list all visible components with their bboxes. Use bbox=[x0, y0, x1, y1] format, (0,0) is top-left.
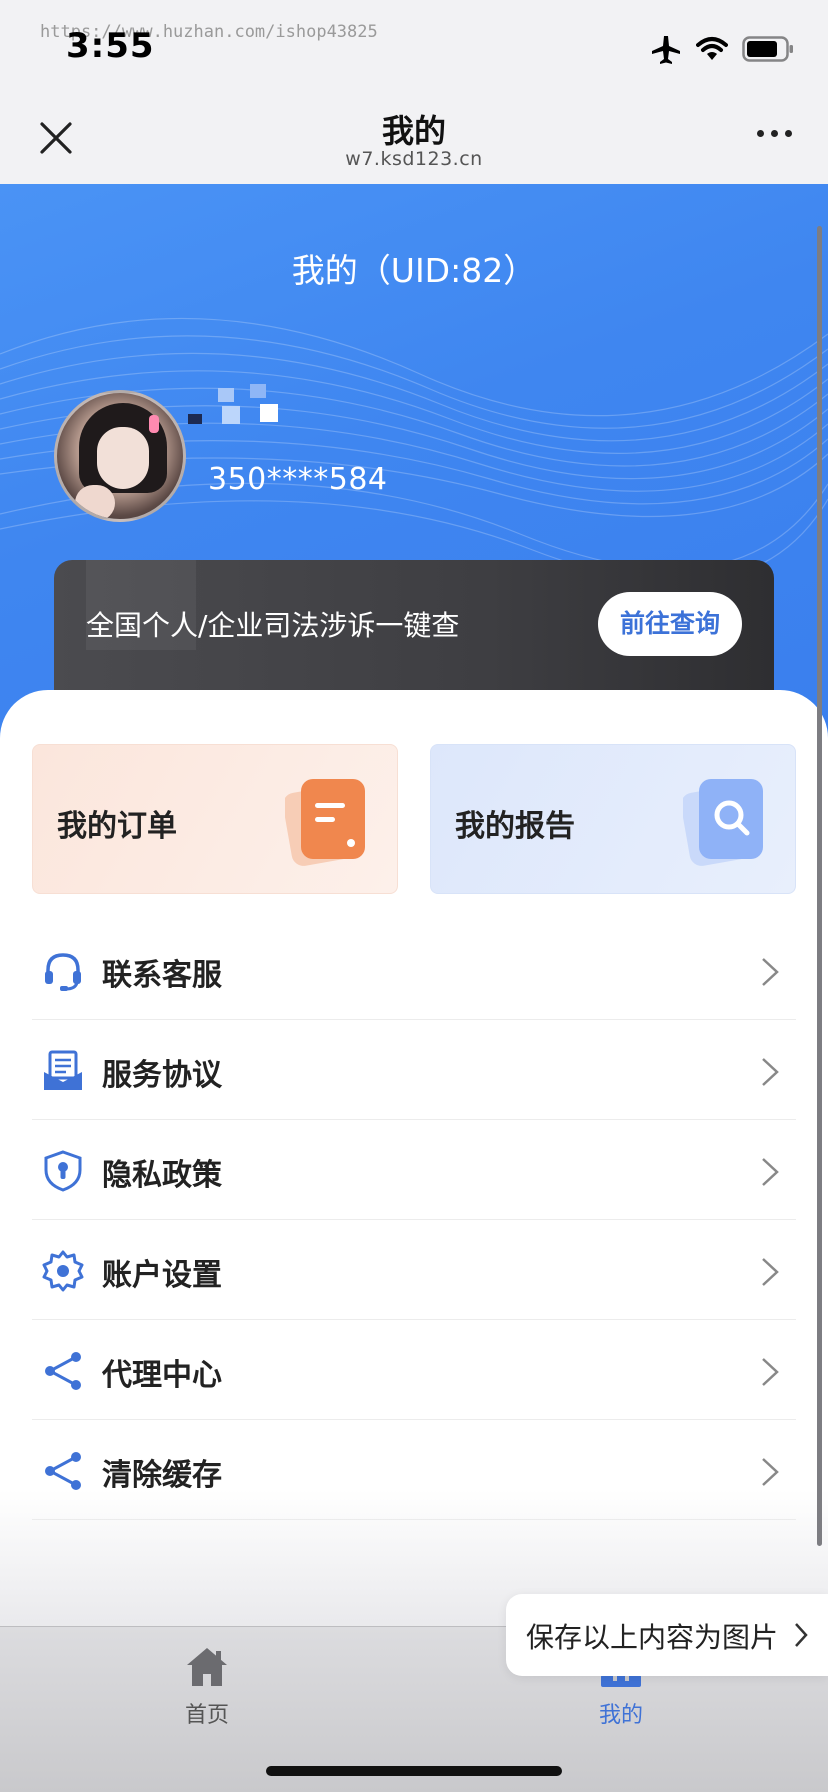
tab-home[interactable]: 首页 bbox=[107, 1645, 307, 1729]
document-icon bbox=[44, 1050, 82, 1090]
chevron-right-icon bbox=[762, 1058, 779, 1086]
headset-icon bbox=[45, 953, 81, 991]
menu-item-customer-service[interactable]: 联系客服 bbox=[32, 920, 796, 1020]
menu-label: 账户设置 bbox=[102, 1258, 222, 1293]
settings-menu: 联系客服 服务协议 隐私政策 账户设置 代理中心 清除缓存 bbox=[32, 920, 796, 1520]
menu-label: 服务协议 bbox=[102, 1058, 222, 1093]
gear-icon bbox=[42, 1250, 84, 1292]
profile-hero: 我的（UID:82） 350****584 全国个人/企业司法涉诉一键查 前往查… bbox=[0, 184, 828, 744]
menu-label: 代理中心 bbox=[102, 1358, 222, 1393]
screen: https://www.huzhan.com/ishop43825 3:55 我… bbox=[0, 0, 828, 1792]
my-orders-label: 我的订单 bbox=[57, 809, 177, 844]
menu-label: 隐私政策 bbox=[102, 1158, 222, 1193]
menu-item-privacy-policy[interactable]: 隐私政策 bbox=[32, 1120, 796, 1220]
menu-label: 清除缓存 bbox=[102, 1458, 222, 1493]
status-time: 3:55 bbox=[66, 26, 155, 66]
menu-label: 联系客服 bbox=[102, 958, 222, 993]
nickname-redacted bbox=[188, 384, 290, 434]
wifi-icon bbox=[696, 37, 728, 60]
phone-number: 350****584 bbox=[208, 462, 388, 497]
tab-mine-label: 我的 bbox=[598, 1703, 643, 1728]
nav-url: w7.ksd123.cn bbox=[345, 148, 483, 170]
chevron-right-icon bbox=[762, 1158, 779, 1186]
content-card: 我的订单 我的报告 联系客服 服务协议 隐私政策 账户设置 代理中心 清除缓存 bbox=[0, 690, 828, 1630]
lawsuit-banner[interactable]: 全国个人/企业司法涉诉一键查 前往查询 bbox=[54, 560, 774, 700]
chevron-right-icon bbox=[762, 1358, 779, 1386]
chevron-right-icon bbox=[795, 1623, 808, 1647]
order-icon bbox=[285, 779, 365, 866]
save-as-image-label: 保存以上内容为图片 bbox=[526, 1621, 779, 1654]
chevron-right-icon bbox=[762, 958, 779, 986]
airplane-icon bbox=[652, 36, 680, 64]
report-search-icon bbox=[683, 779, 763, 866]
avatar[interactable] bbox=[54, 390, 186, 522]
query-button[interactable]: 前往查询 bbox=[598, 592, 742, 656]
tab-home-label: 首页 bbox=[184, 1703, 229, 1728]
more-icon[interactable] bbox=[757, 130, 792, 137]
menu-item-account-settings[interactable]: 账户设置 bbox=[32, 1220, 796, 1320]
chevron-right-icon bbox=[762, 1258, 779, 1286]
scrollbar[interactable] bbox=[817, 226, 822, 1546]
battery-icon bbox=[742, 36, 793, 62]
home-indicator bbox=[266, 1766, 562, 1776]
home-icon bbox=[187, 1648, 227, 1686]
status-bar: https://www.huzhan.com/ishop43825 3:55 bbox=[0, 0, 828, 92]
save-as-image-button[interactable]: 保存以上内容为图片 bbox=[506, 1594, 828, 1676]
chevron-right-icon bbox=[762, 1458, 779, 1486]
my-reports-label: 我的报告 bbox=[455, 809, 575, 844]
share-icon bbox=[45, 1452, 81, 1490]
shield-icon bbox=[44, 1150, 82, 1192]
my-reports-tile[interactable]: 我的报告 bbox=[430, 744, 796, 894]
banner-text: 全国个人/企业司法涉诉一键查 bbox=[86, 609, 460, 642]
status-icons bbox=[650, 34, 794, 64]
nav-title: 我的 bbox=[381, 112, 446, 150]
share-icon bbox=[45, 1352, 81, 1390]
menu-item-agent-center[interactable]: 代理中心 bbox=[32, 1320, 796, 1420]
profile-header: 我的（UID:82） bbox=[291, 251, 537, 290]
menu-item-service-agreement[interactable]: 服务协议 bbox=[32, 1020, 796, 1120]
my-orders-tile[interactable]: 我的订单 bbox=[32, 744, 398, 894]
nav-bar: 我的 w7.ksd123.cn bbox=[0, 92, 828, 184]
